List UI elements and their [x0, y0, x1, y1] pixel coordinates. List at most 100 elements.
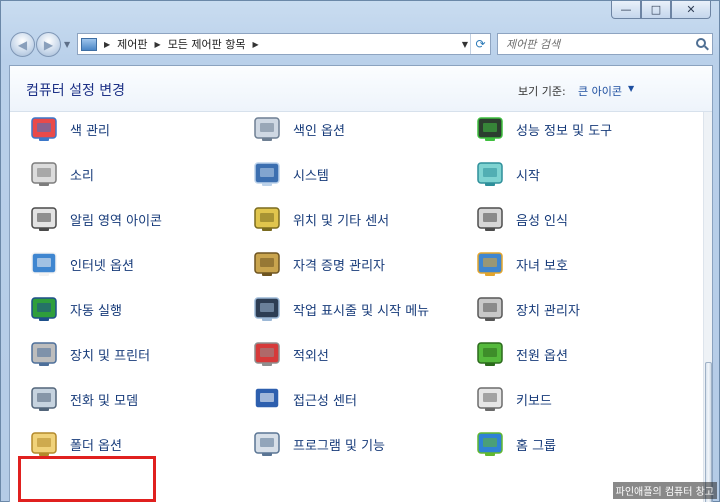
control-panel-item[interactable]: 키보드 — [474, 383, 552, 415]
navigation-bar: ◀ ▶ ▼ ▶ 제어판 ▶ 모든 제어판 항목 ▶ ▼ ⟳ 제어판 검색 — [1, 31, 720, 59]
address-dropdown-icon[interactable]: ▼ — [462, 40, 468, 49]
control-panel-item[interactable]: 자동 실행 — [28, 293, 122, 325]
back-button[interactable]: ◀ — [10, 32, 35, 57]
control-panel-item[interactable]: 인터넷 옵션 — [28, 248, 134, 280]
control-panel-item[interactable]: 프로그램 및 기능 — [251, 428, 385, 460]
device-manager-icon — [474, 293, 506, 325]
nav-arrows: ◀ ▶ ▼ — [10, 32, 74, 57]
control-panel-item[interactable]: 색 관리 — [28, 113, 110, 145]
autoplay-icon — [28, 293, 60, 325]
folder-options-icon — [28, 428, 60, 460]
control-panel-item-label[interactable]: 장치 관리자 — [516, 300, 580, 319]
parental-controls-icon — [474, 248, 506, 280]
infrared-icon — [251, 338, 283, 370]
control-panel-item-label[interactable]: 음성 인식 — [516, 210, 568, 229]
page-title: 컴퓨터 설정 변경 — [26, 83, 126, 99]
control-panel-item[interactable]: 장치 관리자 — [474, 293, 580, 325]
control-panel-item-label[interactable]: 색인 옵션 — [293, 120, 345, 139]
view-by-label: 보기 기준: — [518, 85, 566, 98]
chevron-down-icon[interactable]: ▼ — [628, 84, 634, 93]
control-panel-item[interactable]: 색인 옵션 — [251, 113, 345, 145]
indexing-options-icon — [251, 113, 283, 145]
control-panel-item[interactable]: 음성 인식 — [474, 203, 568, 235]
control-panel-item-label[interactable]: 전화 및 모뎀 — [70, 390, 138, 409]
view-by-dropdown[interactable]: 큰 아이콘 — [578, 83, 622, 99]
refresh-icon[interactable]: ⟳ — [470, 34, 490, 54]
content-pane: 컴퓨터 설정 변경 보기 기준: 큰 아이콘 ▼ 백업 및 복원복구사용자 계정… — [9, 65, 713, 502]
control-panel-item[interactable]: 접근성 센터 — [251, 383, 357, 415]
maximize-button[interactable]: □ — [641, 1, 671, 19]
recent-pages-dropdown[interactable]: ▼ — [64, 32, 74, 57]
control-panel-item[interactable]: 작업 표시줄 및 시작 메뉴 — [251, 293, 429, 325]
sound-icon — [28, 158, 60, 190]
control-panel-item[interactable]: 자녀 보호 — [474, 248, 568, 280]
control-panel-item-label[interactable]: 전원 옵션 — [516, 345, 568, 364]
system-icon — [251, 158, 283, 190]
programs-features-icon — [251, 428, 283, 460]
control-panel-item-label[interactable]: 프로그램 및 기능 — [293, 435, 385, 454]
control-panel-item[interactable]: 전화 및 모뎀 — [28, 383, 138, 415]
control-panel-item-label[interactable]: 적외선 — [293, 345, 329, 364]
control-panel-item[interactable]: 성능 정보 및 도구 — [474, 113, 612, 145]
credential-manager-icon — [251, 248, 283, 280]
control-panel-item[interactable]: 폴더 옵션 — [28, 428, 122, 460]
control-panel-item[interactable]: 알림 영역 아이콘 — [28, 203, 162, 235]
keyboard-icon — [474, 383, 506, 415]
control-panel-item-label[interactable]: 시스템 — [293, 165, 329, 184]
internet-options-icon — [28, 248, 60, 280]
control-panel-item-label[interactable]: 자격 증명 관리자 — [293, 255, 385, 274]
control-panel-item[interactable]: 소리 — [28, 158, 94, 190]
location-sensors-icon — [251, 203, 283, 235]
breadcrumb-all-items[interactable]: 모든 제어판 항목 — [168, 36, 246, 52]
devices-printers-icon — [28, 338, 60, 370]
address-bar[interactable]: ▶ 제어판 ▶ 모든 제어판 항목 ▶ ▼ ⟳ — [77, 33, 491, 55]
control-panel-item-label[interactable]: 장치 및 프린터 — [70, 345, 150, 364]
control-panel-item-label[interactable]: 인터넷 옵션 — [70, 255, 134, 274]
control-panel-item-label[interactable]: 위치 및 기타 센서 — [293, 210, 389, 229]
chevron-right-icon[interactable]: ▶ — [253, 40, 259, 49]
control-panel-item-label[interactable]: 홈 그룹 — [516, 435, 556, 454]
vertical-scrollbar[interactable] — [703, 112, 712, 502]
control-panel-item[interactable]: 위치 및 기타 센서 — [251, 203, 389, 235]
control-panel-item[interactable]: 적외선 — [251, 338, 329, 370]
speech-recognition-icon — [474, 203, 506, 235]
chevron-right-icon[interactable]: ▶ — [155, 40, 161, 49]
search-input[interactable]: 제어판 검색 — [497, 33, 713, 55]
control-panel-item-label[interactable]: 시작 — [516, 165, 540, 184]
control-panel-item-label[interactable]: 알림 영역 아이콘 — [70, 210, 162, 229]
control-panel-item[interactable]: 전원 옵션 — [474, 338, 568, 370]
control-panel-item-label[interactable]: 키보드 — [516, 390, 552, 409]
minimize-button[interactable]: — — [611, 1, 641, 19]
control-panel-item-label[interactable]: 자동 실행 — [70, 300, 122, 319]
search-placeholder: 제어판 검색 — [506, 38, 561, 51]
control-panel-item[interactable]: 시스템 — [251, 158, 329, 190]
color-management-icon — [28, 113, 60, 145]
control-panel-item[interactable]: 시작 — [474, 158, 540, 190]
control-panel-item[interactable]: 장치 및 프린터 — [28, 338, 150, 370]
control-panel-item[interactable]: 자격 증명 관리자 — [251, 248, 385, 280]
taskbar-start-menu-icon — [251, 293, 283, 325]
control-panel-item-label[interactable]: 폴더 옵션 — [70, 435, 122, 454]
performance-icon — [474, 113, 506, 145]
chevron-right-icon[interactable]: ▶ — [104, 40, 110, 49]
control-panel-window: — □ ✕ ◀ ▶ ▼ ▶ 제어판 ▶ 모든 제어판 항목 ▶ ▼ ⟳ 제어판 … — [0, 0, 720, 502]
control-panel-item-label[interactable]: 성능 정보 및 도구 — [516, 120, 612, 139]
control-panel-item-label[interactable]: 접근성 센터 — [293, 390, 357, 409]
control-panel-items: 백업 및 복원복구사용자 계정색 관리색인 옵션성능 정보 및 도구소리시스템시… — [10, 113, 702, 502]
search-icon[interactable] — [696, 38, 706, 48]
forward-button[interactable]: ▶ — [36, 32, 61, 57]
control-panel-item-label[interactable]: 자녀 보호 — [516, 255, 568, 274]
watermark: 파인애플의 컴퓨터 창고 — [612, 482, 717, 499]
power-options-icon — [474, 338, 506, 370]
getting-started-icon — [474, 158, 506, 190]
breadcrumb-control-panel[interactable]: 제어판 — [117, 36, 147, 52]
control-panel-item[interactable]: 홈 그룹 — [474, 428, 556, 460]
caption-buttons: — □ ✕ — [611, 1, 711, 19]
control-panel-item-label[interactable]: 소리 — [70, 165, 94, 184]
control-panel-icon — [81, 37, 97, 51]
control-panel-item-label[interactable]: 작업 표시줄 및 시작 메뉴 — [293, 300, 429, 319]
close-button[interactable]: ✕ — [671, 1, 711, 19]
scroll-thumb[interactable] — [705, 362, 712, 502]
control-panel-item-label[interactable]: 색 관리 — [70, 120, 110, 139]
notification-area-icon — [28, 203, 60, 235]
